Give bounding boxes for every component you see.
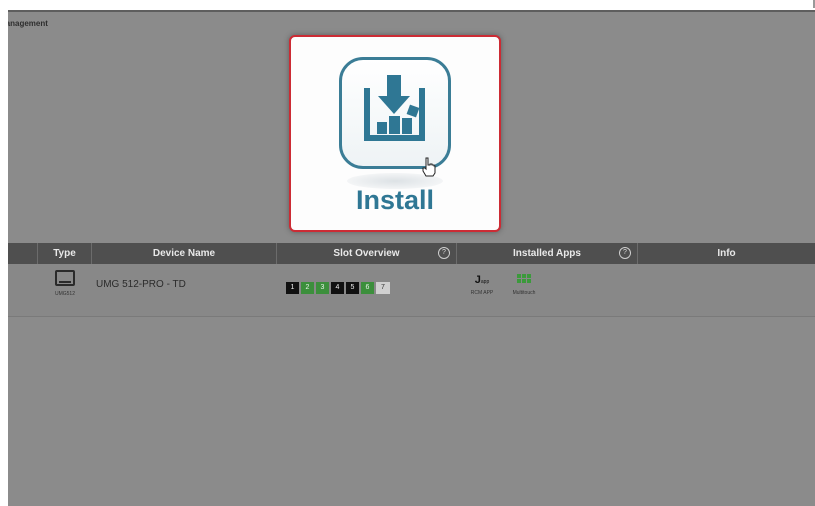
device-name-cell: UMG 512-PRO - TD bbox=[96, 264, 276, 316]
header-slot-overview-label: Slot Overview bbox=[333, 248, 400, 259]
install-label: Install bbox=[355, 185, 435, 215]
header-installed-apps[interactable]: Installed Apps ? bbox=[456, 243, 637, 264]
slot-badge[interactable]: 4 bbox=[331, 282, 344, 294]
overlay-backdrop: Management Type Device Name Slot Overvie… bbox=[8, 10, 815, 506]
app-label: RCM APP bbox=[470, 290, 494, 296]
jasic-icon-sub: app bbox=[480, 279, 490, 285]
top-bar bbox=[8, 10, 815, 12]
header-type[interactable]: Type bbox=[37, 243, 91, 264]
install-box-icon bbox=[364, 75, 425, 141]
page-title: Management bbox=[8, 19, 48, 28]
install-button[interactable]: Install bbox=[289, 35, 501, 232]
device-icon bbox=[55, 270, 75, 286]
installed-apps-cell: Japp RCM APP Multitouch bbox=[456, 264, 637, 316]
slot-badge[interactable]: 3 bbox=[316, 282, 329, 294]
hand-cursor-icon bbox=[422, 157, 436, 177]
info-cell bbox=[637, 264, 815, 316]
table-header: Type Device Name Slot Overview ? Install… bbox=[8, 243, 815, 264]
header-slot-overview[interactable]: Slot Overview ? bbox=[276, 243, 456, 264]
app-multitouch[interactable]: Multitouch bbox=[504, 274, 544, 296]
header-info[interactable]: Info bbox=[637, 243, 815, 264]
help-icon[interactable]: ? bbox=[619, 247, 631, 259]
jasic-icon: Japp bbox=[462, 274, 502, 288]
header-select-column bbox=[8, 243, 37, 264]
header-device-name[interactable]: Device Name bbox=[91, 243, 276, 264]
install-icon bbox=[339, 57, 451, 169]
slot-badge[interactable]: 6 bbox=[361, 282, 374, 294]
header-installed-apps-label: Installed Apps bbox=[513, 248, 581, 259]
device-type-label: UMG512 bbox=[54, 291, 75, 297]
window-edge-icon bbox=[813, 0, 815, 8]
slot-badge[interactable]: 2 bbox=[301, 282, 314, 294]
slot-overview-cell: 1 2 3 4 5 6 7 bbox=[276, 264, 456, 316]
slot-list: 1 2 3 4 5 6 7 bbox=[286, 282, 390, 294]
multitouch-grid-icon bbox=[517, 274, 531, 286]
slot-badge[interactable]: 7 bbox=[376, 282, 390, 294]
device-table: Type Device Name Slot Overview ? Install… bbox=[8, 243, 815, 317]
help-icon[interactable]: ? bbox=[438, 247, 450, 259]
slot-badge[interactable]: 1 bbox=[286, 282, 299, 294]
device-name: UMG 512-PRO - TD bbox=[96, 279, 186, 290]
app-label: Multitouch bbox=[512, 290, 536, 296]
table-row[interactable]: UMG512 UMG 512-PRO - TD 1 2 3 4 5 6 7 Ja… bbox=[8, 264, 815, 317]
app-rcm[interactable]: Japp RCM APP bbox=[462, 274, 502, 296]
type-cell: UMG512 bbox=[37, 264, 91, 316]
slot-badge[interactable]: 5 bbox=[346, 282, 359, 294]
